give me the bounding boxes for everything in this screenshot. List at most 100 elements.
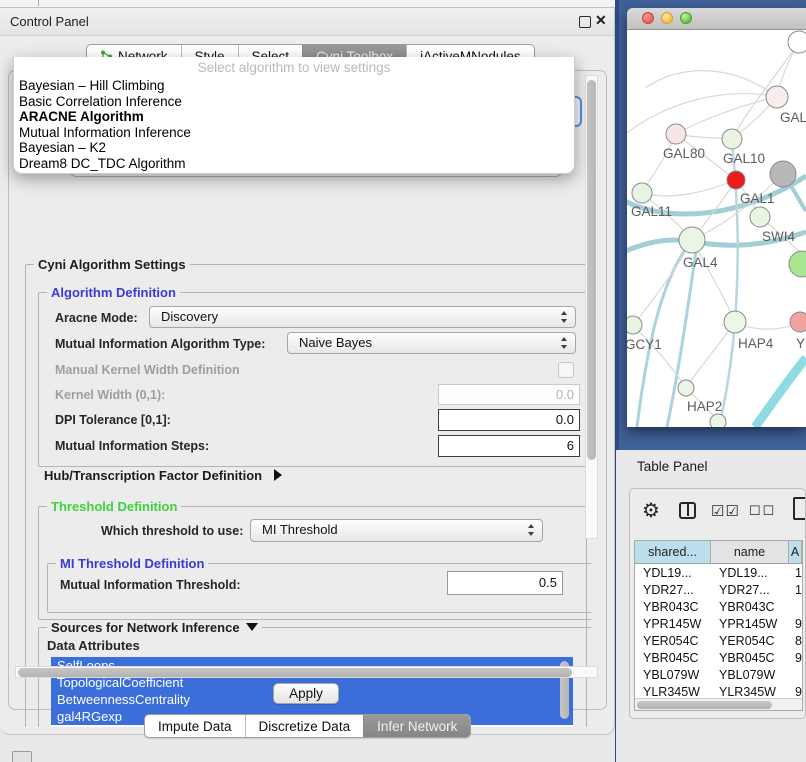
table-cell: 13 <box>789 566 802 580</box>
node-label-y: Y <box>796 336 805 351</box>
mi-threshold-field[interactable]: 0.5 <box>447 571 563 595</box>
cyni-algorithm-settings-group: Cyni Algorithm Settings Algorithm Defini… <box>25 264 587 727</box>
algorithm-option-aracne-algorithm[interactable]: ARACNE Algorithm <box>19 109 569 125</box>
table-horizontal-scrollbar[interactable] <box>635 698 802 710</box>
network-view-window[interactable]: GALGAL80GAL10GAL1GAL11SWI4GAL4GCY1HAP4YH… <box>627 8 806 427</box>
table-cell: 9. <box>789 617 802 631</box>
table-row[interactable]: YBR045CYBR045C9. <box>635 649 802 666</box>
horizontal-scrollbar[interactable] <box>15 666 598 678</box>
network-node-hap4[interactable] <box>724 311 746 333</box>
tab-impute-data[interactable]: Impute Data <box>145 715 245 737</box>
network-node-gal4[interactable] <box>679 227 705 253</box>
horizontal-scrollbar-thumb[interactable] <box>18 668 572 677</box>
gear-icon[interactable]: ⚙ <box>642 498 660 523</box>
triangle-down-icon <box>246 623 258 631</box>
node-label-swi4: SWI4 <box>762 229 795 244</box>
hub-definition-toggle[interactable]: Hub/Transcription Factor Definition <box>44 468 282 483</box>
table-cell: 9. <box>789 651 802 665</box>
node-label-gcy1: GCY1 <box>627 337 662 352</box>
select-all-icon[interactable]: ☑☑ <box>711 502 740 520</box>
mi-threshold-definition-title: MI Threshold Definition <box>56 556 208 571</box>
node-label-hap4: HAP4 <box>738 336 774 351</box>
control-panel-title: Control Panel <box>10 14 89 29</box>
table-cell: 8. <box>789 634 802 648</box>
network-node-y[interactable] <box>790 312 806 332</box>
table-cell: 9. <box>789 685 802 699</box>
algorithm-option-bayesian-hill-climbing[interactable]: Bayesian – Hill Climbing <box>19 78 569 94</box>
algorithm-definition-group: Algorithm Definition Aracne Mode: Discov… <box>38 292 591 467</box>
table-cell: YBL079W <box>635 668 711 682</box>
algorithm-option-dream8-dc-tdc-algorithm[interactable]: Dream8 DC_TDC Algorithm <box>19 156 569 172</box>
column-header-name[interactable]: name <box>711 541 789 563</box>
network-canvas[interactable]: GALGAL80GAL10GAL1GAL11SWI4GAL4GCY1HAP4YH… <box>627 30 806 427</box>
column-header-shared[interactable]: shared... <box>635 541 711 563</box>
kernel-width-label: Kernel Width (0,1): <box>55 388 165 402</box>
table-panel-title: Table Panel <box>637 459 708 474</box>
table-row[interactable]: YDR27...YDR27...12 <box>635 581 802 598</box>
dpi-tolerance-field[interactable]: 0.0 <box>438 409 580 431</box>
mi-type-label: Mutual Information Algorithm Type: <box>55 337 265 351</box>
table-cell: YBL079W <box>711 668 789 682</box>
node-table: shared...nameA YDL19...YDL19...13YDR27..… <box>634 540 803 711</box>
network-node[interactable] <box>710 414 726 427</box>
table-row[interactable]: YBR043CYBR043C <box>635 598 802 615</box>
algorithm-option-bayesian-k2[interactable]: Bayesian – K2 <box>19 140 569 156</box>
sources-group-title[interactable]: Sources for Network Inference <box>47 620 262 635</box>
control-panel-titlebar: Control Panel ✕ <box>0 8 614 36</box>
table-scrollbar-thumb[interactable] <box>637 701 772 709</box>
float-window-icon[interactable] <box>579 16 591 28</box>
table-row[interactable]: YDL19...YDL19...13 <box>635 564 802 581</box>
hub-definition-label: Hub/Transcription Factor Definition <box>44 468 262 483</box>
algorithm-dropdown-popup: Select algorithm to view settings Bayesi… <box>13 57 575 174</box>
aracne-mode-combo[interactable]: Discovery <box>149 306 576 328</box>
close-button[interactable] <box>642 12 654 24</box>
which-threshold-combo[interactable]: MI Threshold <box>250 519 543 542</box>
vertical-scrollbar-thumb[interactable] <box>587 80 596 460</box>
column-header-a[interactable]: A <box>789 541 802 563</box>
close-icon[interactable]: ✕ <box>595 12 607 29</box>
network-node[interactable] <box>770 161 796 187</box>
mi-type-value: Naive Bayes <box>288 333 575 353</box>
zoom-button[interactable] <box>680 12 692 24</box>
tab-label: Impute Data <box>158 719 232 734</box>
table-cell: YBR045C <box>711 651 789 665</box>
network-node-gal80[interactable] <box>666 124 686 144</box>
table-row[interactable]: YPR145WYPR145W9. <box>635 615 802 632</box>
dpi-tolerance-label: DPI Tolerance [0,1]: <box>55 413 171 427</box>
network-node-gal10[interactable] <box>722 129 742 149</box>
mini-window-icon[interactable] <box>12 751 32 762</box>
mi-steps-field[interactable]: 6 <box>438 435 580 457</box>
network-node-gal[interactable] <box>766 86 788 108</box>
stepper-down-icon <box>561 319 567 323</box>
network-node-hap2[interactable] <box>678 380 694 396</box>
node-label-gal80: GAL80 <box>663 146 705 161</box>
network-node[interactable] <box>789 251 806 277</box>
algorithm-option-basic-correlation-inference[interactable]: Basic Correlation Inference <box>19 94 569 110</box>
stepper-up-icon <box>561 311 567 315</box>
stepper-down-icon <box>561 345 567 349</box>
apply-button[interactable]: Apply <box>273 683 339 704</box>
tab-discretize-data[interactable]: Discretize Data <box>245 715 364 737</box>
network-window-titlebar[interactable] <box>627 8 806 30</box>
tab-infer-network[interactable]: Infer Network <box>363 715 470 737</box>
network-node-gal11[interactable] <box>632 183 652 203</box>
network-node-swi4[interactable] <box>750 207 770 227</box>
mi-type-combo[interactable]: Naive Bayes <box>287 332 576 354</box>
table-row[interactable]: YER054CYER054C8. <box>635 632 802 649</box>
network-node-gal1[interactable] <box>727 171 745 189</box>
table-cell: YLR345W <box>635 685 711 699</box>
manual-kernel-checkbox <box>558 362 574 378</box>
vertical-scrollbar[interactable] <box>585 75 598 539</box>
algorithm-option-mutual-information-inference[interactable]: Mutual Information Inference <box>19 125 569 141</box>
table-cell: YER054C <box>711 634 789 648</box>
network-nodes[interactable]: GALGAL80GAL10GAL1GAL11SWI4GAL4GCY1HAP4YH… <box>627 31 806 427</box>
deselect-all-icon[interactable]: ☐☐ <box>749 503 776 519</box>
document-icon[interactable] <box>793 497 806 520</box>
minimize-button[interactable] <box>661 12 673 24</box>
network-node-gcy1[interactable] <box>627 316 642 334</box>
algorithm-dropdown-placeholder: Select algorithm to view settings <box>14 60 574 75</box>
table-row[interactable]: YBL079WYBL079W <box>635 666 802 683</box>
column-view-icon[interactable] <box>679 502 696 519</box>
node-label-gal1: GAL1 <box>740 191 775 206</box>
network-node[interactable] <box>788 31 806 53</box>
